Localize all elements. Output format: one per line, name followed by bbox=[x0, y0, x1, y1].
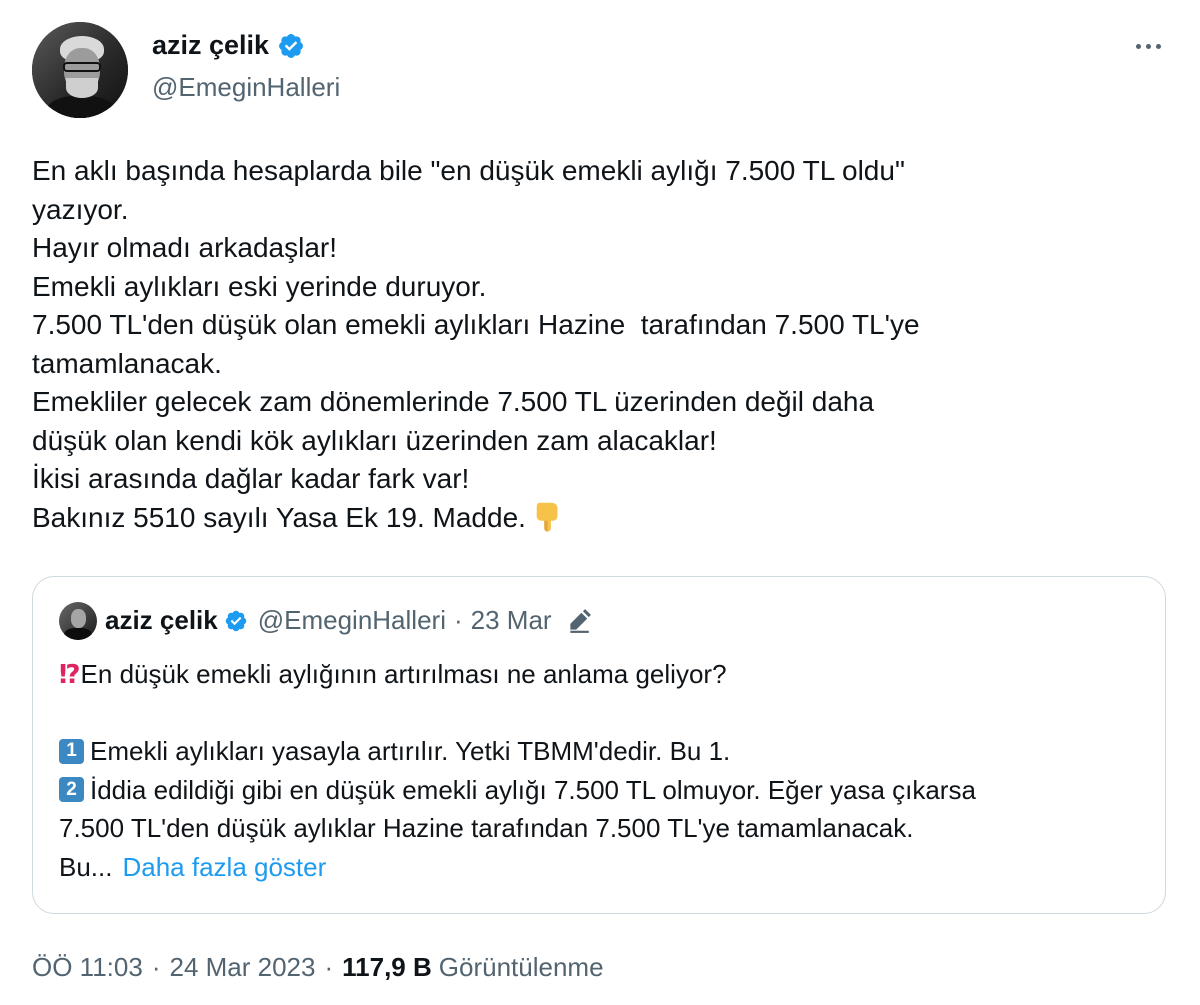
quoted-author-avatar[interactable] bbox=[59, 602, 97, 640]
tweet-line: Emekli aylıkları eski yerinde duruyor. bbox=[32, 270, 487, 302]
interrobang-emoji-icon: ⁉ bbox=[59, 659, 81, 689]
tweet-line: Bakınız 5510 sayılı Yasa Ek 19. Madde. bbox=[32, 501, 526, 533]
tweet-line: Hayır olmadı arkadaşlar! bbox=[32, 232, 338, 263]
tweet-line: tamamlanacak. bbox=[32, 347, 222, 379]
more-options-icon[interactable] bbox=[1128, 36, 1168, 56]
quoted-tweet[interactable]: aziz çelik @EmeginHalleri · 23 Mar ⁉ En d… bbox=[32, 576, 1166, 914]
tweet-time[interactable]: ÖÖ 11:03 bbox=[32, 952, 143, 983]
quoted-truncated-text: Bu... bbox=[59, 851, 113, 882]
tweet-line: düşük olan kendi kök aylıkları üzerinden… bbox=[32, 424, 717, 456]
quoted-tweet-text: ⁉ En düşük emekli aylığının artırılması n… bbox=[59, 655, 1149, 886]
quoted-date[interactable]: 23 Mar bbox=[471, 605, 552, 636]
quoted-line: Bu... Daha fazla göster bbox=[59, 848, 1149, 887]
author-avatar[interactable] bbox=[32, 22, 128, 118]
tweet-line-last: Bakınız 5510 sayılı Yasa Ek 19. Madde. bbox=[32, 499, 1162, 538]
verified-badge-icon bbox=[279, 33, 304, 58]
quoted-line: ⁉ En düşük emekli aylığının artırılması n… bbox=[59, 655, 1149, 694]
keycap-two-icon: 2 bbox=[59, 777, 84, 803]
show-more-link[interactable]: Daha fazla göster bbox=[122, 848, 326, 887]
tweet-meta: ÖÖ 11:03 · 24 Mar 2023 · 117,9 B Görüntü… bbox=[32, 952, 604, 983]
meta-separator: · bbox=[324, 952, 334, 982]
tweet-line: yazıyor. bbox=[32, 193, 129, 225]
quoted-line-text: 7.500 TL'den düşük aylıklar Hazine taraf… bbox=[59, 813, 914, 843]
tweet-text: En aklı başında hesaplarda bile "en düşü… bbox=[32, 152, 1162, 537]
pointing-down-emoji-icon bbox=[536, 502, 558, 532]
tweet-card: aziz çelik @EmeginHalleri En aklı başınd… bbox=[0, 0, 1200, 1005]
quoted-line: 1 Emekli aylıkları yasayla artırılır. Yet… bbox=[59, 732, 1149, 771]
quoted-author-handle[interactable]: @EmeginHalleri bbox=[258, 605, 446, 636]
views-count: 117,9 B bbox=[342, 952, 432, 982]
author-display-name[interactable]: aziz çelik bbox=[152, 30, 269, 61]
quoted-author-name[interactable]: aziz çelik bbox=[105, 605, 218, 636]
author-name-row: aziz çelik bbox=[152, 30, 305, 61]
quoted-line: 7.500 TL'den düşük aylıklar Hazine taraf… bbox=[59, 809, 1149, 848]
tweet-line: İkisi arasında dağlar kadar fark var! bbox=[32, 463, 470, 494]
tweet-line: En aklı başında hesaplarda bile "en düşü… bbox=[32, 155, 905, 186]
keycap-one-icon: 1 bbox=[59, 738, 84, 764]
author-handle[interactable]: @EmeginHalleri bbox=[152, 72, 340, 103]
quoted-line-text: En düşük emekli aylığının artırılması ne… bbox=[80, 659, 727, 689]
views-label: Görüntülenme bbox=[438, 952, 604, 982]
quoted-line-text: İddia edildiği gibi en düşük emekli aylı… bbox=[90, 774, 976, 805]
quoted-blank-line bbox=[59, 694, 1149, 733]
tweet-line: Emekliler gelecek zam dönemlerinde 7.500… bbox=[32, 386, 875, 417]
quoted-tweet-header: aziz çelik @EmeginHalleri · 23 Mar bbox=[105, 605, 592, 636]
quoted-separator: · bbox=[453, 605, 463, 635]
tweet-date[interactable]: 24 Mar 2023 bbox=[169, 952, 315, 983]
edit-pencil-icon[interactable] bbox=[566, 608, 592, 634]
tweet-line: 7.500 TL'den düşük olan emekli aylıkları… bbox=[32, 309, 920, 340]
quoted-line-text: Emekli aylıkları yasayla artırılır. Yetk… bbox=[90, 736, 731, 766]
verified-badge-icon bbox=[225, 610, 246, 631]
meta-separator: · bbox=[151, 952, 161, 982]
quoted-line: 2 İddia edildiği gibi en düşük emekli ayl… bbox=[59, 771, 1149, 810]
